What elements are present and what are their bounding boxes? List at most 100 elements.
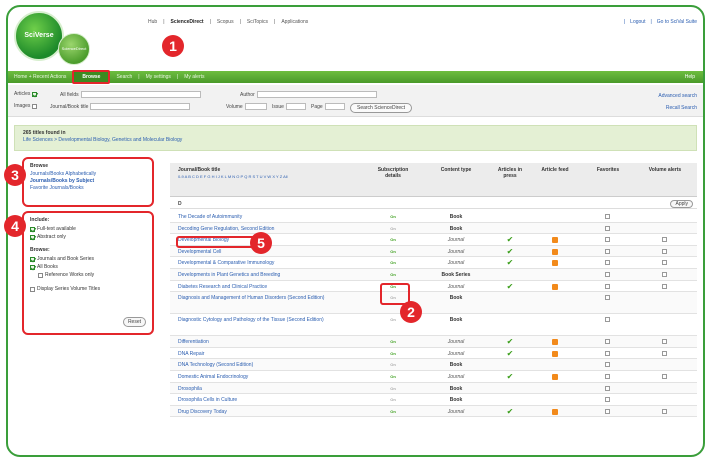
favorite-checkbox[interactable] — [605, 260, 610, 266]
journal-title-link[interactable]: Drosophila Cells in Culture — [178, 397, 348, 403]
recall-search-link[interactable]: Recall Search — [666, 105, 697, 111]
favorite-checkbox[interactable] — [605, 339, 610, 345]
browse-alpha-link[interactable]: Journals/Books Alphabetically — [30, 171, 146, 178]
sciverse-logo[interactable]: SciVerse — [14, 11, 64, 61]
favorite-checkbox[interactable] — [605, 225, 610, 231]
journal-title-link[interactable]: DNA Repair — [178, 351, 348, 357]
rss-feed-icon[interactable] — [552, 260, 558, 267]
volume-alert-checkbox[interactable] — [662, 339, 667, 345]
favorite-checkbox[interactable] — [605, 248, 610, 254]
subscription-icon[interactable]: On — [380, 260, 406, 265]
browse-favorites-link[interactable]: Favorite Journals/Books — [30, 185, 146, 192]
volume-alert-checkbox[interactable] — [662, 408, 667, 414]
favorite-checkbox[interactable] — [605, 237, 610, 243]
subscription-icon[interactable]: On — [380, 409, 406, 414]
journal-title-link[interactable]: Differentiation — [178, 339, 348, 345]
volume-alert-checkbox[interactable] — [662, 271, 667, 277]
subscription-icon[interactable]: On — [380, 272, 406, 277]
abstract-only-checkbox[interactable] — [30, 234, 35, 240]
journal-title-link[interactable]: Developments in Plant Genetics and Breed… — [178, 272, 348, 278]
topnav-sciencedirect[interactable]: ScienceDirect — [171, 19, 204, 25]
subscription-icon[interactable]: On — [380, 249, 406, 254]
favorite-checkbox[interactable] — [605, 350, 610, 356]
favorite-checkbox[interactable] — [605, 408, 610, 414]
subscription-icon[interactable]: On — [380, 386, 406, 391]
journal-title-link[interactable]: Developmental & Comparative Immunology — [178, 260, 348, 266]
apply-button[interactable]: Apply — [670, 200, 693, 208]
articles-label[interactable]: Articles — [14, 91, 30, 97]
scival-link[interactable]: Go to SciVal Suite — [657, 19, 697, 25]
topnav-scopus[interactable]: Scopus — [217, 19, 234, 25]
volume-alert-checkbox[interactable] — [662, 237, 667, 243]
images-radio[interactable] — [32, 103, 38, 109]
logout-link[interactable]: Logout — [630, 19, 645, 25]
favorite-checkbox[interactable] — [605, 385, 610, 391]
volume-alert-checkbox[interactable] — [662, 260, 667, 266]
favorite-checkbox[interactable] — [605, 362, 610, 368]
rss-feed-icon[interactable] — [552, 339, 558, 346]
journal-title-link[interactable]: Drug Discovery Today — [178, 409, 348, 415]
images-label[interactable]: Images — [14, 103, 30, 109]
journal-title-link[interactable]: Decoding Gene Regulation, Second Edition — [178, 226, 348, 232]
rss-feed-icon[interactable] — [552, 373, 558, 380]
favorite-checkbox[interactable] — [605, 283, 610, 289]
volume-alert-checkbox[interactable] — [662, 248, 667, 254]
journal-title-input[interactable] — [90, 103, 191, 110]
favorite-checkbox[interactable] — [605, 295, 610, 301]
search-button[interactable]: Search ScienceDirect — [350, 103, 413, 113]
journals-series-checkbox[interactable] — [30, 256, 35, 262]
volume-input[interactable] — [244, 103, 267, 110]
rss-feed-icon[interactable] — [552, 350, 558, 357]
favorite-checkbox[interactable] — [605, 373, 610, 379]
favorite-checkbox[interactable] — [605, 271, 610, 277]
series-volume-checkbox[interactable] — [30, 286, 35, 292]
subscription-icon[interactable]: On — [380, 397, 406, 402]
topnav-scitopics[interactable]: SciTopics — [247, 19, 268, 25]
author-input[interactable] — [256, 91, 377, 98]
rss-feed-icon[interactable] — [552, 237, 558, 244]
nav-browse-tab[interactable]: Browse — [72, 70, 111, 84]
subscription-icon[interactable]: On — [380, 214, 406, 219]
journal-title-link[interactable]: DNA Technology (Second Edition) — [178, 362, 348, 368]
page-input[interactable] — [324, 103, 345, 110]
alphabet-index[interactable]: 0-9 A B C D E F G H I J K L M N O P Q R … — [178, 174, 294, 179]
subscription-icon[interactable]: On — [380, 362, 406, 367]
journal-title-link[interactable]: The Decade of Autoimmunity — [178, 214, 348, 220]
subscription-icon[interactable]: On — [380, 374, 406, 379]
all-fields-input[interactable] — [80, 91, 201, 98]
subscription-icon[interactable]: On — [380, 226, 406, 231]
journal-title-link[interactable]: Diagnosis and Management of Human Disord… — [178, 295, 348, 301]
journal-title-link[interactable]: Diagnostic Cytology and Pathology of the… — [178, 317, 348, 323]
journal-title-link[interactable]: Domestic Animal Endocrinology — [178, 374, 348, 380]
favorite-checkbox[interactable] — [605, 397, 610, 403]
results-path[interactable]: Life Sciences > Developmental Biology, G… — [23, 137, 688, 143]
topnav-hub[interactable]: Hub — [148, 19, 157, 25]
subscription-icon[interactable]: On — [380, 237, 406, 242]
browse-subject-link[interactable]: Journals/Books by Subject — [30, 178, 146, 185]
articles-radio[interactable] — [32, 91, 38, 97]
topnav-applications[interactable]: Applications — [281, 19, 308, 25]
subscription-icon[interactable]: On — [380, 351, 406, 356]
journal-title-link[interactable]: Drosophila — [178, 386, 348, 392]
reference-works-checkbox[interactable] — [38, 272, 43, 278]
full-text-checkbox[interactable] — [30, 226, 35, 232]
volume-alert-checkbox[interactable] — [662, 283, 667, 289]
rss-feed-icon[interactable] — [552, 283, 558, 290]
nav-my-settings[interactable]: My settings — [146, 74, 171, 80]
all-books-checkbox[interactable] — [30, 264, 35, 270]
nav-my-alerts[interactable]: My alerts — [184, 74, 204, 80]
rss-feed-icon[interactable] — [552, 408, 558, 415]
favorite-checkbox[interactable] — [605, 317, 610, 323]
issue-input[interactable] — [285, 103, 306, 110]
sciencedirect-logo[interactable]: ScienceDirect — [58, 33, 90, 65]
nav-help[interactable]: Help — [685, 74, 695, 80]
favorite-checkbox[interactable] — [605, 214, 610, 219]
reset-button[interactable]: Reset — [122, 317, 146, 327]
rss-feed-icon[interactable] — [552, 248, 558, 255]
advanced-search-link[interactable]: Advanced search — [658, 93, 697, 99]
nav-search[interactable]: Search — [116, 74, 132, 80]
volume-alert-checkbox[interactable] — [662, 373, 667, 379]
volume-alert-checkbox[interactable] — [662, 350, 667, 356]
nav-home[interactable]: Home + Recent Actions — [14, 74, 66, 80]
subscription-icon[interactable]: On — [380, 339, 406, 344]
